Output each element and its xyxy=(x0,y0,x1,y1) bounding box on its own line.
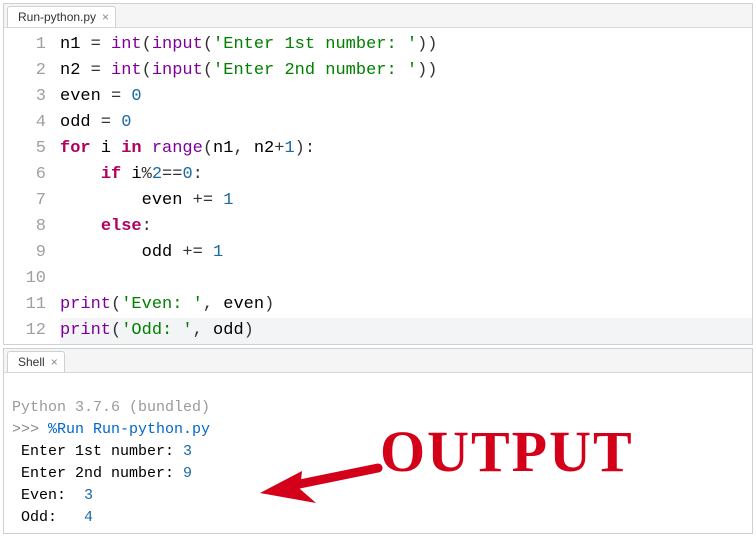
code-line[interactable]: for i in range(n1, n2+1): xyxy=(60,136,752,162)
shell-output-line: Even: 3 xyxy=(12,485,744,507)
code-line[interactable]: if i%2==0: xyxy=(60,162,752,188)
line-number: 1 xyxy=(4,32,46,58)
line-number: 7 xyxy=(4,188,46,214)
editor-panel: Run-python.py × 123456789101112 n1 = int… xyxy=(3,3,753,345)
editor-tab-bar: Run-python.py × xyxy=(4,4,752,28)
code-line[interactable]: n2 = int(input('Enter 2nd number: ')) xyxy=(60,58,752,84)
close-icon[interactable]: × xyxy=(51,356,58,368)
shell-tab[interactable]: Shell × xyxy=(7,351,65,372)
editor-tab-label: Run-python.py xyxy=(18,10,96,24)
code-line[interactable]: even = 0 xyxy=(60,84,752,110)
shell-tab-bar: Shell × xyxy=(4,349,752,373)
close-icon[interactable]: × xyxy=(102,11,109,23)
code-line[interactable]: n1 = int(input('Enter 1st number: ')) xyxy=(60,32,752,58)
code-line[interactable]: print('Even: ', even) xyxy=(60,292,752,318)
code-line[interactable]: else: xyxy=(60,214,752,240)
line-number: 10 xyxy=(4,266,46,292)
code-line[interactable]: odd = 0 xyxy=(60,110,752,136)
code-line[interactable]: odd += 1 xyxy=(60,240,752,266)
code-line[interactable] xyxy=(60,266,752,292)
line-number: 12 xyxy=(4,318,46,344)
shell-prompt: >>> xyxy=(12,421,39,438)
line-number: 6 xyxy=(4,162,46,188)
line-number: 11 xyxy=(4,292,46,318)
code-line[interactable]: even += 1 xyxy=(60,188,752,214)
shell-tab-label: Shell xyxy=(18,355,45,369)
shell-body[interactable]: Python 3.7.6 (bundled) >>> %Run Run-pyth… xyxy=(4,373,752,533)
editor-body[interactable]: 123456789101112 n1 = int(input('Enter 1s… xyxy=(4,28,752,344)
shell-run-command: %Run Run-python.py xyxy=(48,421,210,438)
shell-panel: Shell × Python 3.7.6 (bundled) >>> %Run … xyxy=(3,348,753,534)
shell-output-line: Enter 2nd number: 9 xyxy=(12,463,744,485)
line-number: 5 xyxy=(4,136,46,162)
line-number-gutter: 123456789101112 xyxy=(4,32,60,344)
line-number: 3 xyxy=(4,84,46,110)
code-area[interactable]: n1 = int(input('Enter 1st number: '))n2 … xyxy=(60,32,752,344)
shell-output-line: Enter 1st number: 3 xyxy=(12,441,744,463)
shell-version: Python 3.7.6 (bundled) xyxy=(12,399,210,416)
shell-output: Enter 1st number: 3 Enter 2nd number: 9 … xyxy=(12,441,744,529)
line-number: 2 xyxy=(4,58,46,84)
editor-tab[interactable]: Run-python.py × xyxy=(7,6,116,27)
code-line[interactable]: print('Odd: ', odd) xyxy=(60,318,752,344)
line-number: 9 xyxy=(4,240,46,266)
line-number: 8 xyxy=(4,214,46,240)
shell-output-line: Odd: 4 xyxy=(12,507,744,529)
line-number: 4 xyxy=(4,110,46,136)
